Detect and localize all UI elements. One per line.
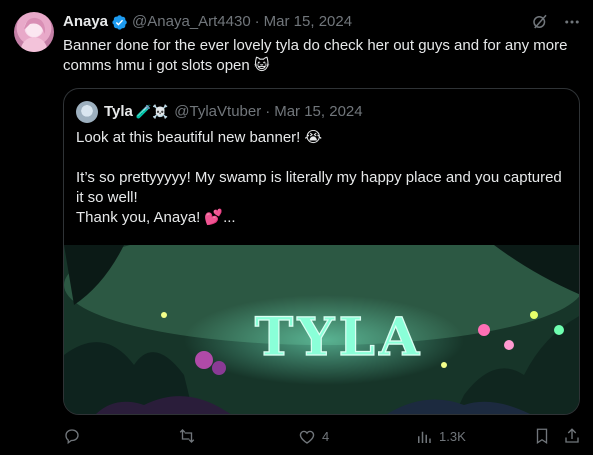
grok-icon[interactable] bbox=[531, 13, 549, 31]
action-bar: 4 1.3K bbox=[63, 427, 583, 449]
quoted-author-name: Tyla bbox=[104, 103, 133, 120]
heart-icon bbox=[299, 430, 315, 444]
quoted-tweet[interactable]: Tyla 🧪☠️ @TylaVtuber · Mar 15, 2024 Look… bbox=[63, 88, 580, 415]
author-avatar[interactable] bbox=[14, 12, 54, 52]
tweet-text: Banner done for the ever lovely tyla do … bbox=[63, 37, 572, 74]
separator-dot: · bbox=[254, 13, 260, 30]
quoted-author-avatar bbox=[76, 101, 98, 123]
reply-icon bbox=[65, 429, 79, 445]
header-actions bbox=[531, 11, 581, 33]
banner-title: TYLA bbox=[255, 307, 424, 368]
like-count: 4 bbox=[322, 429, 330, 444]
quoted-separator-dot: · bbox=[265, 103, 271, 120]
more-options-icon[interactable] bbox=[563, 13, 581, 31]
author-handle[interactable]: @Anaya_Art4430 bbox=[132, 12, 251, 32]
banner-image[interactable]: TYLA bbox=[64, 245, 579, 414]
quoted-author-handle: @TylaVtuber bbox=[174, 103, 262, 120]
verified-badge-icon bbox=[111, 14, 128, 31]
tweet-header: Anaya @Anaya_Art4430 · Mar 15, 2024 bbox=[63, 11, 581, 33]
quoted-text: Look at this beautiful new banner! 😭 It’… bbox=[76, 129, 562, 226]
view-count: 1.3K bbox=[439, 429, 466, 444]
author-name[interactable]: Anaya bbox=[63, 12, 108, 32]
quoted-date: Mar 15, 2024 bbox=[274, 103, 363, 120]
repost-button[interactable] bbox=[178, 427, 202, 445]
share-button[interactable] bbox=[563, 427, 581, 445]
quoted-header: Tyla 🧪☠️ @TylaVtuber · Mar 15, 2024 bbox=[76, 101, 363, 123]
bookmark-button[interactable] bbox=[533, 427, 551, 445]
share-icon bbox=[565, 428, 579, 443]
quoted-name-emojis: 🧪☠️ bbox=[135, 104, 169, 119]
bookmark-icon bbox=[536, 428, 548, 445]
like-button[interactable]: 4 bbox=[298, 427, 329, 447]
tweet-date[interactable]: Mar 15, 2024 bbox=[264, 12, 352, 32]
views-button[interactable]: 1.3K bbox=[415, 427, 466, 447]
repost-icon bbox=[179, 429, 195, 443]
views-icon bbox=[418, 431, 431, 443]
reply-button[interactable] bbox=[63, 427, 87, 445]
